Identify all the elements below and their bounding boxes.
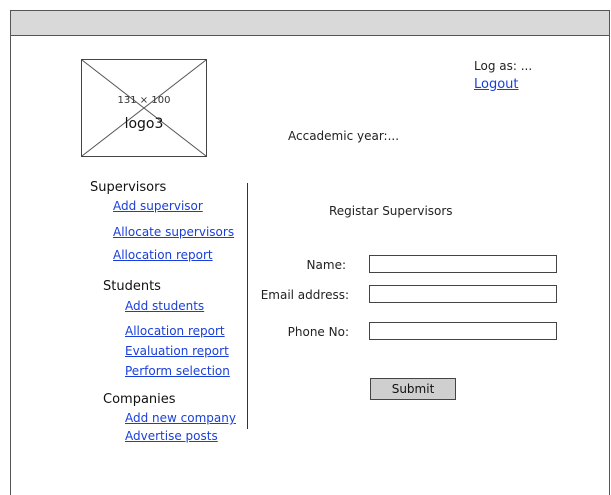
name-label: Name: xyxy=(306,258,346,272)
perform-selection-link[interactable]: Perform selection xyxy=(125,364,230,378)
students-heading: Students xyxy=(103,279,161,294)
logout-link[interactable]: Logout xyxy=(474,77,519,92)
email-label: Email address: xyxy=(260,288,349,302)
supervisor-allocation-report-link[interactable]: Allocation report xyxy=(113,248,213,262)
image-placeholder-icon xyxy=(82,60,206,156)
title-bar xyxy=(11,11,609,36)
sidebar-divider xyxy=(247,183,248,429)
academic-year-text: Accademic year:... xyxy=(288,129,400,143)
add-supervisor-link[interactable]: Add supervisor xyxy=(113,199,203,213)
submit-button[interactable]: Submit xyxy=(370,378,456,400)
advertise-posts-link[interactable]: Advertise posts xyxy=(125,429,218,443)
supervisors-heading: Supervisors xyxy=(90,180,167,195)
logo-placeholder: 131 × 100 logo3 xyxy=(81,59,207,157)
add-students-link[interactable]: Add students xyxy=(125,299,204,313)
name-input[interactable] xyxy=(369,255,557,273)
logo-dimensions: 131 × 100 xyxy=(117,95,171,106)
logo-label: logo3 xyxy=(124,116,164,132)
allocate-supervisors-link[interactable]: Allocate supervisors xyxy=(113,225,234,239)
logged-as-text: Log as: ... xyxy=(474,59,533,73)
phone-label: Phone No: xyxy=(287,325,349,339)
form-title: Registar Supervisors xyxy=(329,204,453,218)
email-input[interactable] xyxy=(369,285,557,303)
evaluation-report-link[interactable]: Evaluation report xyxy=(125,344,229,358)
app-window: 131 × 100 logo3 Log as: ... Logout Accad… xyxy=(10,10,610,495)
add-new-company-link[interactable]: Add new company xyxy=(125,411,236,425)
phone-input[interactable] xyxy=(369,322,557,340)
student-allocation-report-link[interactable]: Allocation report xyxy=(125,324,225,338)
companies-heading: Companies xyxy=(103,392,176,407)
